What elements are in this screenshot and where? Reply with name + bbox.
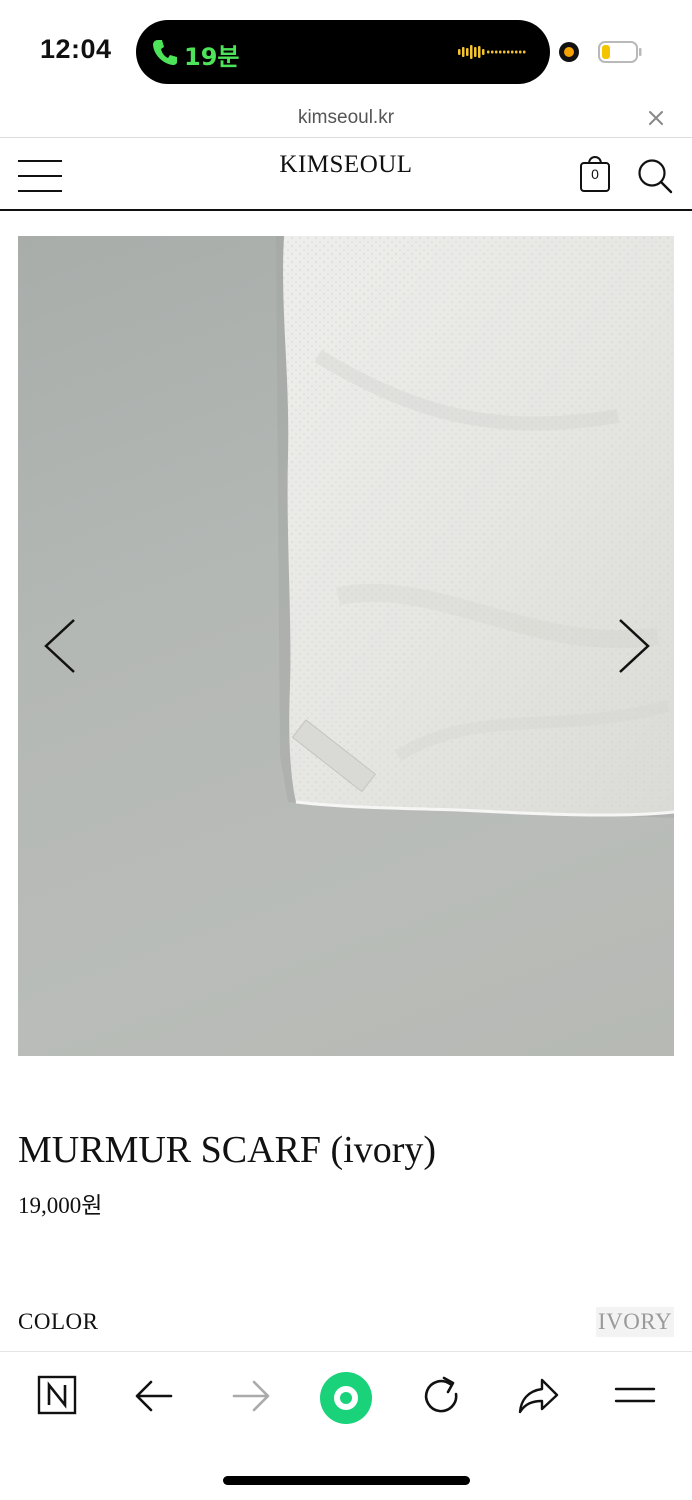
url-bar[interactable]: kimseoul.kr bbox=[0, 100, 692, 138]
status-bar: 12:04 19분 bbox=[0, 0, 692, 100]
cart-button[interactable]: 0 bbox=[578, 155, 612, 193]
search-icon[interactable] bbox=[636, 157, 674, 195]
product-image-carousel[interactable] bbox=[18, 236, 674, 1056]
call-duration: 19분 bbox=[184, 43, 240, 71]
share-icon bbox=[518, 1378, 559, 1414]
home-indicator[interactable] bbox=[223, 1476, 470, 1485]
phone-icon bbox=[153, 40, 177, 65]
privacy-indicator-icon bbox=[559, 42, 579, 62]
cart-count: 0 bbox=[591, 166, 599, 182]
color-option-label: COLOR bbox=[18, 1309, 99, 1334]
brand-logo-text[interactable]: KIMSEOUL bbox=[279, 151, 412, 178]
forward-button[interactable] bbox=[228, 1372, 272, 1420]
menu-button[interactable] bbox=[613, 1372, 657, 1420]
dynamic-island-call[interactable]: 19분 bbox=[136, 20, 550, 84]
site-header: KIMSEOUL 0 bbox=[0, 139, 692, 211]
product-photo bbox=[276, 236, 674, 818]
browser-toolbar bbox=[0, 1351, 692, 1500]
naver-home-button[interactable] bbox=[36, 1372, 80, 1420]
back-arrow-icon bbox=[135, 1380, 173, 1412]
product-price: 19,000원 bbox=[18, 1193, 103, 1218]
refresh-icon bbox=[424, 1376, 458, 1413]
product-title: MURMUR SCARF (ivory) bbox=[18, 1129, 437, 1171]
share-button[interactable] bbox=[516, 1372, 560, 1420]
chevron-left-icon[interactable] bbox=[40, 616, 80, 676]
chevron-right-icon[interactable] bbox=[614, 616, 654, 676]
green-dot-button[interactable] bbox=[319, 1371, 373, 1425]
battery-icon bbox=[598, 41, 642, 63]
audio-waveform-icon bbox=[458, 45, 526, 59]
close-icon[interactable] bbox=[646, 108, 666, 128]
forward-arrow-icon bbox=[232, 1380, 270, 1412]
back-button[interactable] bbox=[133, 1372, 177, 1420]
naver-home-icon bbox=[37, 1375, 77, 1415]
green-record-icon bbox=[320, 1372, 372, 1424]
color-option-ivory[interactable]: IVORY bbox=[596, 1307, 675, 1337]
refresh-button[interactable] bbox=[420, 1372, 464, 1420]
url-text[interactable]: kimseoul.kr bbox=[0, 107, 692, 129]
status-time: 12:04 bbox=[40, 34, 112, 64]
menu-icon bbox=[614, 1387, 656, 1403]
hamburger-menu-icon[interactable] bbox=[18, 160, 62, 192]
